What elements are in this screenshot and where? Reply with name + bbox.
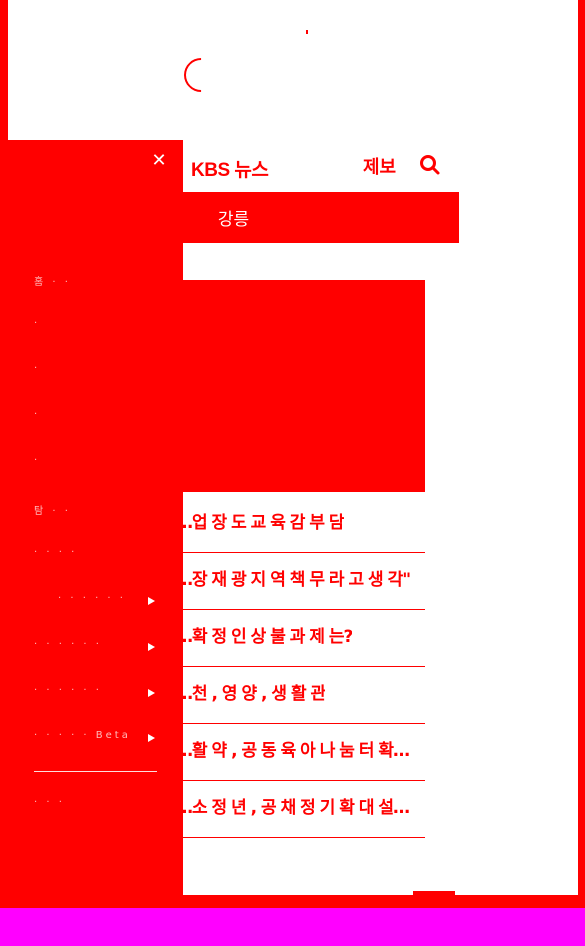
news-title: …확 정 인 상 불 과 제 는? [176, 627, 353, 647]
news-title: …천 , 영 양 , 생 활 관 [176, 684, 326, 704]
sidebar-item[interactable]: · · · · [34, 547, 77, 569]
news-list: …업 장 도 교 육 감 부 담 …장 재 광 지 역 책 무 라 고 생 각"… [176, 496, 425, 838]
sidebar-item[interactable]: · [34, 409, 40, 431]
chevron-right-icon[interactable] [148, 643, 155, 651]
sidebar-item[interactable]: · · · · · · [34, 685, 102, 707]
news-item[interactable]: …소 정 년 , 공 채 정 기 확 대 설… [176, 781, 425, 838]
sidebar-item[interactable]: · [34, 455, 40, 477]
news-item[interactable]: …업 장 도 교 육 감 부 담 [176, 496, 425, 553]
news-title: …업 장 도 교 육 감 부 담 [176, 513, 344, 533]
chevron-right-icon[interactable] [148, 597, 155, 605]
site-header: KBS 뉴스 제보 [183, 140, 459, 190]
close-icon[interactable]: ✕ [151, 152, 167, 170]
news-title: …소 정 년 , 공 채 정 기 확 대 설… [176, 798, 410, 818]
news-title: …장 재 광 지 역 책 무 라 고 생 각" [176, 570, 411, 590]
sidebar-item[interactable]: 탐 · · [34, 502, 71, 524]
top-mark [306, 30, 308, 34]
chevron-right-icon[interactable] [148, 734, 155, 742]
sidebar-item[interactable]: · · · · · · [34, 639, 102, 661]
sidebar-divider [34, 771, 157, 772]
news-item[interactable]: …활 약 , 공 동 육 아 나 눔 터 확… [176, 724, 425, 781]
news-item[interactable]: …장 재 광 지 역 책 무 라 고 생 각" [176, 553, 425, 610]
news-title: …활 약 , 공 동 육 아 나 눔 터 확… [176, 741, 410, 761]
tip-button[interactable]: 제보 [363, 153, 396, 179]
news-item[interactable]: …천 , 영 양 , 생 활 관 [176, 667, 425, 724]
region-name: 강릉 [217, 210, 250, 230]
sidebar-footer-item[interactable]: · · · [34, 797, 65, 819]
sidebar-menu: ✕ 홈 · · · · · · 탐 · · · · · · · · · · · … [8, 140, 183, 896]
sidebar-item[interactable]: 홈 · · [34, 273, 71, 295]
chevron-right-icon[interactable] [148, 689, 155, 697]
kbs-news-logo[interactable]: KBS 뉴스 [191, 155, 269, 182]
news-item[interactable]: …확 정 인 상 불 과 제 는? [176, 610, 425, 667]
page: KBS 뉴스 제보 강릉 …업 장 도 교 육 감 부 담 …장 재 광 지 역… [0, 0, 585, 908]
hero-image[interactable] [170, 280, 425, 492]
sidebar-item[interactable]: · [34, 363, 40, 385]
search-icon[interactable] [419, 154, 441, 176]
bottom-tab-indicator [413, 891, 455, 896]
sidebar-item[interactable]: · · · · · · [58, 593, 126, 615]
sidebar-item[interactable]: · [34, 318, 40, 340]
sidebar-item[interactable]: · · · · · Beta [34, 730, 131, 752]
